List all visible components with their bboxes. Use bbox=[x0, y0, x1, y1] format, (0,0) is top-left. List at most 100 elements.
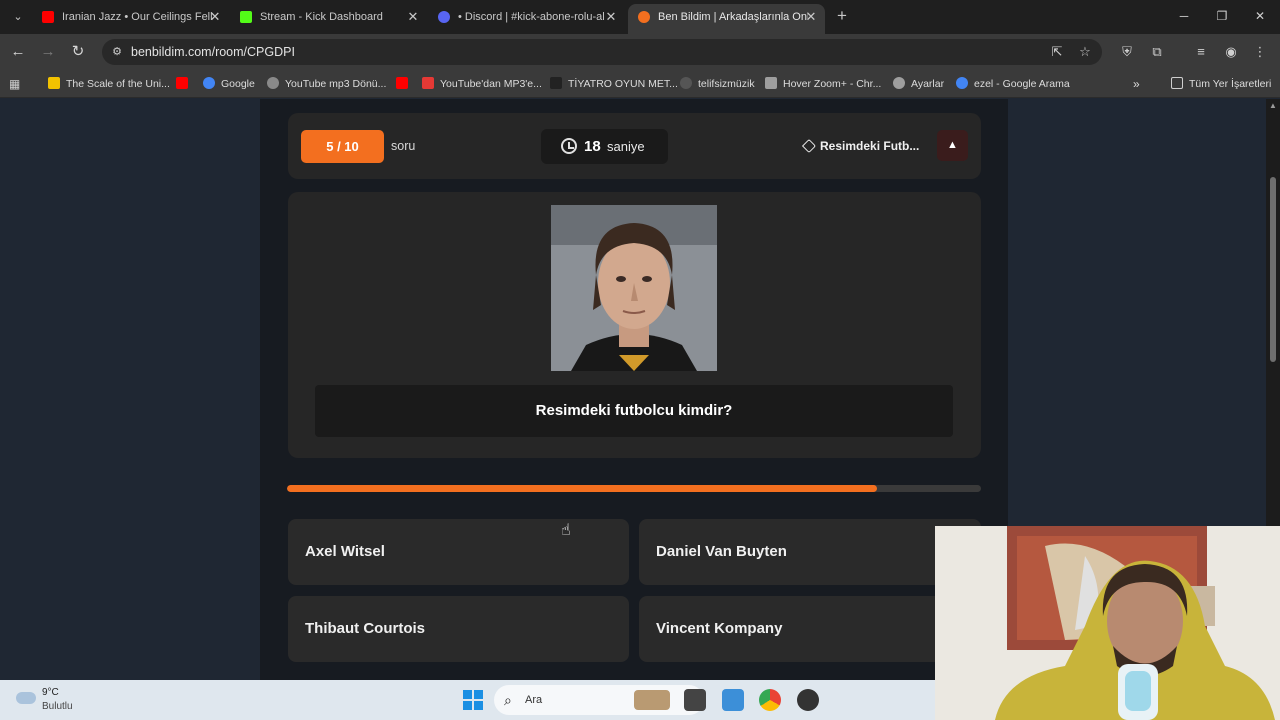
bookmark-item[interactable]: Google bbox=[203, 75, 255, 93]
reload-icon[interactable]: ↻ bbox=[68, 42, 88, 62]
kick-icon bbox=[240, 11, 252, 23]
browser-toolbar: ← → ↻ ⚙ benbildim.com/room/CPGDPI ⇱ ☆ ⛨ … bbox=[0, 34, 1280, 70]
chrome-icon[interactable] bbox=[759, 689, 781, 711]
close-icon[interactable]: ✕ bbox=[209, 4, 221, 30]
taskbar-search[interactable]: ⌕ Ara bbox=[494, 685, 704, 715]
bookmark-item[interactable]: YouTube mp3 Dönü... bbox=[267, 75, 386, 93]
youtube-icon bbox=[42, 11, 54, 23]
bookmark-star-icon[interactable]: ☆ bbox=[1076, 43, 1094, 61]
new-tab-button[interactable]: + bbox=[832, 6, 852, 26]
bookmark-item[interactable]: ezel - Google Arama bbox=[956, 75, 1070, 93]
warning-icon: ▲ bbox=[947, 139, 958, 151]
hand-cursor-icon: ☝ bbox=[561, 522, 571, 539]
tab-iranian-jazz[interactable]: Iranian Jazz • Our Ceilings Fell A ✕ bbox=[32, 4, 229, 30]
search-placeholder: Ara bbox=[525, 694, 543, 706]
shield-icon[interactable]: ⛨ bbox=[1117, 42, 1137, 62]
google-icon bbox=[203, 77, 215, 89]
youtube-icon bbox=[176, 77, 188, 89]
benbildim-icon bbox=[638, 11, 650, 23]
url-text[interactable]: benbildim.com/room/CPGDPI bbox=[131, 39, 295, 65]
back-icon[interactable]: ← bbox=[8, 42, 28, 62]
webcam-overlay bbox=[935, 526, 1280, 720]
menu-icon[interactable]: ⋮ bbox=[1250, 42, 1270, 62]
close-icon[interactable]: ✕ bbox=[407, 4, 419, 30]
windows-start-icon[interactable] bbox=[463, 690, 483, 710]
question-text: Resimdeki futbolcu kimdir? bbox=[315, 385, 953, 437]
clock-icon bbox=[561, 138, 577, 154]
bookmark-item[interactable] bbox=[396, 75, 414, 93]
image-icon bbox=[765, 77, 777, 89]
globe-icon bbox=[267, 77, 279, 89]
tab-label: • Discord | #kick-abone-rolu-al bbox=[458, 11, 605, 23]
extensions-icon[interactable]: ⧉ bbox=[1147, 42, 1167, 62]
bookmark-item[interactable]: YouTube'dan MP3'e... bbox=[422, 75, 542, 93]
question-counter: 5 / 10 bbox=[301, 130, 384, 163]
minimize-icon[interactable]: ─ bbox=[1174, 6, 1194, 26]
bookmark-item[interactable]: Ayarlar bbox=[893, 75, 944, 93]
cloud-icon bbox=[16, 692, 36, 704]
obs-icon[interactable] bbox=[797, 689, 819, 711]
player-photo bbox=[551, 205, 717, 371]
discord-icon bbox=[438, 11, 450, 23]
media-icon[interactable]: ≡ bbox=[1191, 42, 1211, 62]
close-icon[interactable]: ✕ bbox=[605, 4, 617, 30]
more-bookmarks-icon[interactable]: » bbox=[1133, 75, 1140, 93]
report-button[interactable]: ▲ bbox=[937, 130, 968, 161]
timer: 18 saniye bbox=[541, 129, 668, 164]
site-info-icon[interactable]: ⚙ bbox=[108, 43, 126, 61]
bookmark-item[interactable] bbox=[176, 75, 194, 93]
bookmark-item[interactable]: The Scale of the Uni... bbox=[48, 75, 170, 93]
profile-avatar[interactable]: ◉ bbox=[1221, 42, 1241, 62]
download-icon bbox=[422, 77, 434, 89]
progress-fill bbox=[287, 485, 877, 492]
gear-icon bbox=[893, 77, 905, 89]
time-progress-bar bbox=[287, 485, 981, 492]
task-view-icon[interactable] bbox=[684, 689, 706, 711]
bookmark-item[interactable]: TİYATRO OYUN MET... bbox=[550, 75, 678, 93]
tab-search-icon[interactable]: ⌄ bbox=[8, 7, 28, 27]
question-card: Resimdeki futbolcu kimdir? bbox=[288, 192, 981, 458]
windows-taskbar: 9°C Bulutlu ⌕ Ara bbox=[0, 680, 935, 720]
scroll-up-icon[interactable]: ▲ bbox=[1269, 101, 1277, 110]
bookmark-item[interactable]: Hover Zoom+ - Chr... bbox=[765, 75, 881, 93]
bookmarks-bar: ▦ The Scale of the Uni... Google YouTube… bbox=[0, 70, 1280, 98]
search-highlight-image bbox=[634, 690, 670, 710]
category-tag: Resimdeki Futb... bbox=[801, 130, 920, 163]
bookmark-item[interactable]: telifsizmüzik bbox=[680, 75, 755, 93]
answer-option-1[interactable]: Axel Witsel bbox=[288, 519, 629, 585]
tab-discord[interactable]: • Discord | #kick-abone-rolu-al ✕ bbox=[428, 4, 625, 30]
all-bookmarks-button[interactable]: Tüm Yer İşaretleri bbox=[1171, 75, 1271, 93]
answer-option-3[interactable]: Thibaut Courtois bbox=[288, 596, 629, 662]
question-label: soru bbox=[391, 139, 416, 153]
tab-ben-bildim[interactable]: Ben Bildim | Arkadaşlarınla Onli ✕ bbox=[628, 4, 825, 34]
timer-unit: saniye bbox=[607, 139, 645, 154]
close-icon[interactable]: ✕ bbox=[805, 4, 817, 30]
forward-icon[interactable]: → bbox=[38, 42, 58, 62]
answer-option-4[interactable]: Vincent Kompany bbox=[639, 596, 981, 662]
music-icon bbox=[680, 77, 692, 89]
tab-label: Ben Bildim | Arkadaşlarınla Onli bbox=[658, 11, 808, 23]
scroll-thumb[interactable] bbox=[1270, 177, 1276, 362]
tab-kick-dashboard[interactable]: Stream - Kick Dashboard ✕ bbox=[230, 4, 427, 30]
tab-label: Stream - Kick Dashboard bbox=[260, 11, 383, 23]
weather-widget[interactable]: 9°C Bulutlu bbox=[14, 686, 114, 714]
restore-icon[interactable]: ❐ bbox=[1212, 6, 1232, 26]
window-close-icon[interactable]: ✕ bbox=[1250, 6, 1270, 26]
tag-icon bbox=[801, 138, 817, 154]
crown-icon bbox=[550, 77, 562, 89]
search-icon: ⌕ bbox=[504, 692, 512, 708]
answer-option-2[interactable]: Daniel Van Buyten bbox=[639, 519, 981, 585]
address-bar[interactable]: ⚙ benbildim.com/room/CPGDPI ⇱ ☆ bbox=[102, 39, 1102, 65]
quiz-header: 5 / 10 soru 18 saniye Resimdeki Futb... … bbox=[288, 113, 981, 179]
youtube-icon bbox=[396, 77, 408, 89]
install-app-icon[interactable]: ⇱ bbox=[1048, 43, 1066, 61]
folder-icon bbox=[1171, 77, 1183, 89]
bookmark-favicon-icon bbox=[48, 77, 60, 89]
tab-strip: ⌄ Iranian Jazz • Our Ceilings Fell A ✕ S… bbox=[0, 0, 1280, 34]
google-icon bbox=[956, 77, 968, 89]
tab-label: Iranian Jazz • Our Ceilings Fell A bbox=[62, 11, 212, 23]
app-icon[interactable] bbox=[722, 689, 744, 711]
temperature: 9°C bbox=[42, 687, 59, 698]
apps-grid-icon[interactable]: ▦ bbox=[9, 77, 23, 91]
category-label: Resimdeki Futb... bbox=[820, 139, 920, 153]
